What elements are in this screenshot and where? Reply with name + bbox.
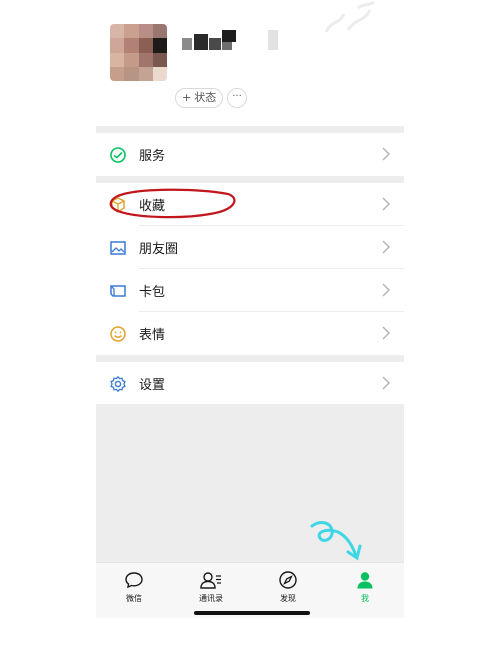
status-button[interactable]: + 状态 (175, 88, 224, 108)
chevron-right-icon (382, 147, 390, 161)
chevron-right-icon (382, 197, 390, 211)
avatar[interactable] (110, 24, 167, 81)
more-dots-icon: ··· (232, 91, 242, 102)
tab-contacts[interactable]: 通讯录 (181, 570, 241, 604)
annotation-circle (109, 188, 236, 219)
tab-bar: 微信 通讯录 发现 我 (96, 562, 404, 618)
tab-label: 我 (361, 594, 369, 603)
tab-chats[interactable]: 微信 (104, 570, 164, 604)
chat-icon (125, 572, 143, 589)
menu-label: 设置 (139, 378, 166, 393)
gear-icon (110, 375, 126, 393)
tab-label: 微信 (126, 594, 142, 603)
contacts-icon (200, 572, 221, 589)
menu-label: 服务 (139, 149, 166, 164)
section-divider (96, 355, 404, 362)
more-button[interactable]: ··· (227, 88, 247, 108)
menu-item-settings[interactable]: 设置 (96, 362, 404, 405)
tab-label: 通讯录 (199, 594, 223, 603)
smiley-icon (110, 326, 126, 342)
home-indicator (194, 611, 310, 615)
status-label: 状态 (194, 91, 217, 104)
annotation-arrow (310, 521, 362, 561)
menu-label: 表情 (139, 328, 166, 343)
moments-image-icon (110, 241, 126, 255)
tab-label: 发现 (280, 594, 296, 603)
services-icon (110, 147, 126, 163)
decorative-sketch (324, 0, 375, 33)
menu-item-services[interactable]: 服务 (96, 133, 404, 176)
menu-label: 卡包 (139, 285, 166, 300)
tab-me[interactable]: 我 (335, 570, 395, 604)
tab-discover[interactable]: 发现 (258, 570, 318, 604)
menu-item-moments[interactable]: 朋友圈 (96, 226, 404, 269)
menu-item-cards[interactable]: 卡包 (96, 269, 404, 312)
nickname-blurred (182, 30, 292, 52)
profile-header[interactable]: + 状态 ··· (96, 0, 404, 126)
section-divider (96, 126, 404, 133)
menu-item-stickers[interactable]: 表情 (96, 312, 404, 355)
person-icon (357, 572, 373, 589)
card-wallet-icon (110, 285, 126, 297)
section-divider (96, 176, 404, 183)
chevron-right-icon (382, 283, 390, 297)
chevron-right-icon (382, 376, 390, 390)
plus-icon: + (182, 91, 192, 104)
chevron-right-icon (382, 240, 390, 254)
menu-label: 朋友圈 (139, 242, 179, 257)
compass-icon (279, 571, 297, 589)
chevron-right-icon (382, 326, 390, 340)
